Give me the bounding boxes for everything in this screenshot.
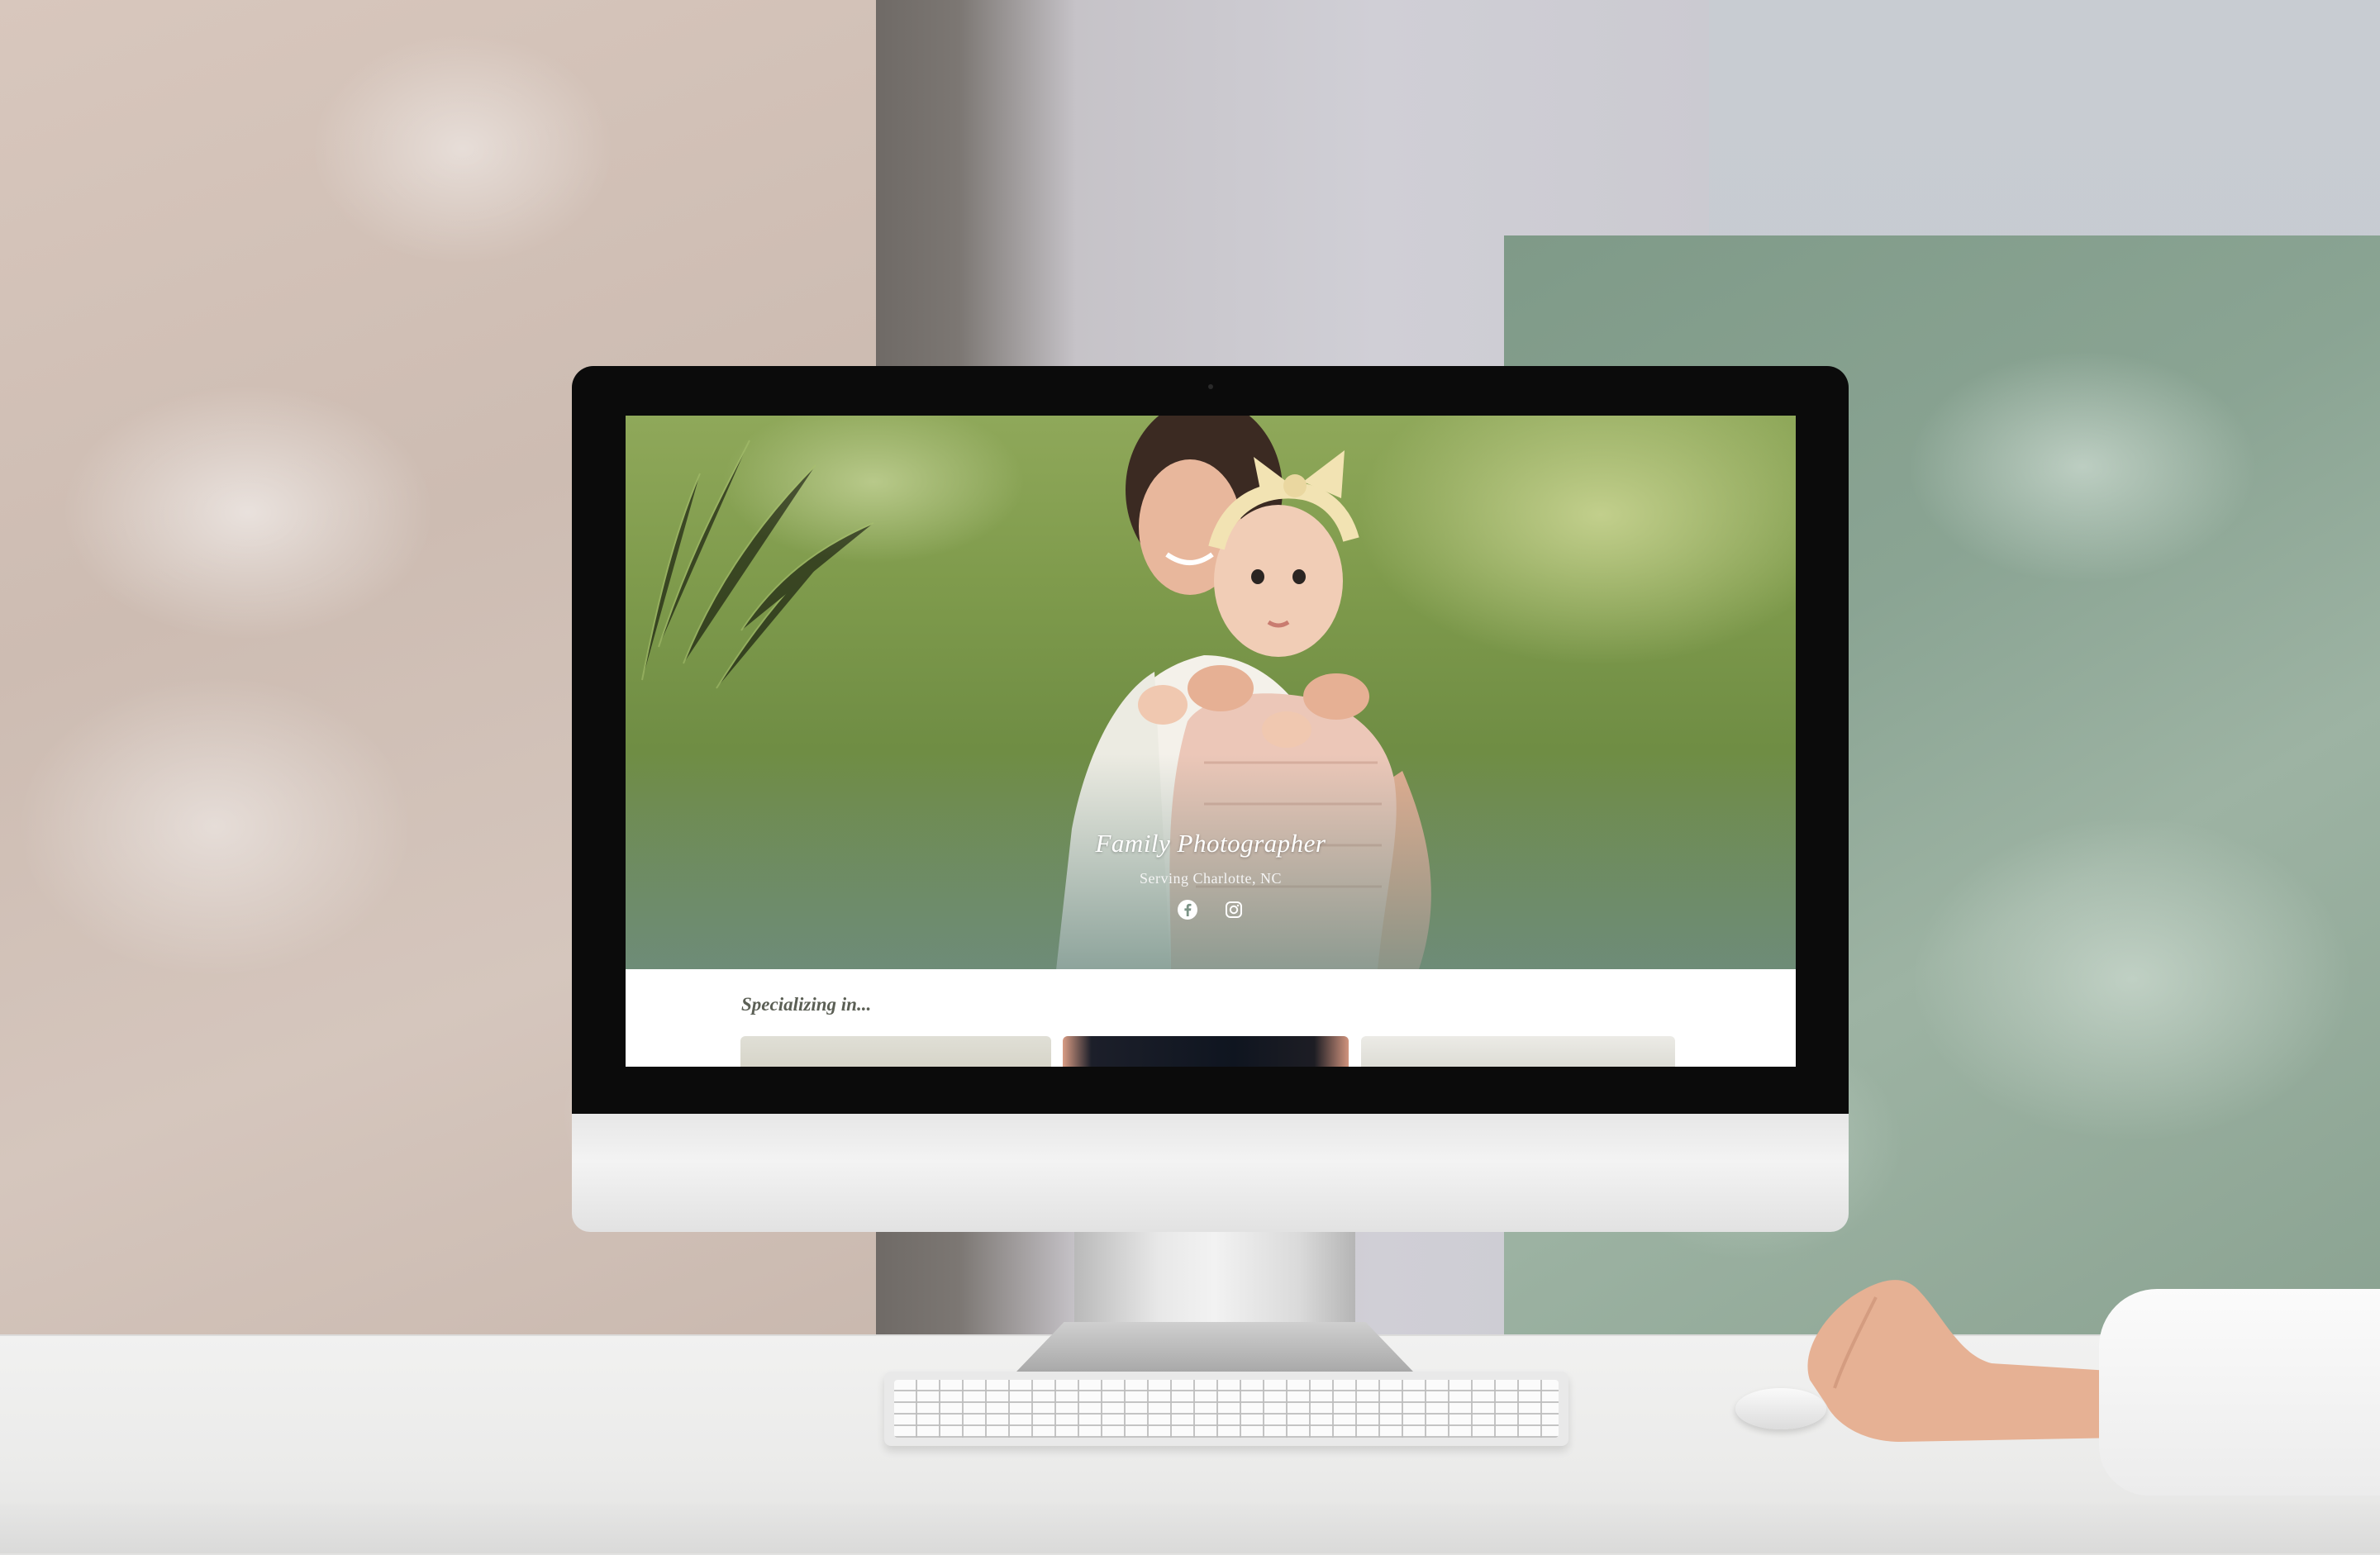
monitor-bezel: Family Photographer Serving Charlotte, N… bbox=[572, 366, 1849, 1114]
specialty-card-2[interactable] bbox=[1063, 1036, 1349, 1067]
social-links bbox=[626, 899, 1796, 920]
specialty-card-3[interactable] bbox=[1361, 1036, 1675, 1067]
website-screen: Family Photographer Serving Charlotte, N… bbox=[626, 416, 1796, 1067]
hero-banner: Family Photographer Serving Charlotte, N… bbox=[626, 416, 1796, 969]
monitor-stand-foot bbox=[1016, 1322, 1413, 1372]
hero-subtitle: Serving Charlotte, NC bbox=[1140, 870, 1282, 887]
monitor-stand bbox=[1074, 1223, 1355, 1339]
hero-text-group: Family Photographer Serving Charlotte, N… bbox=[626, 829, 1796, 920]
instagram-icon[interactable] bbox=[1223, 899, 1245, 920]
section-heading: Specializing in... bbox=[741, 994, 872, 1015]
camera-dot bbox=[1208, 384, 1213, 389]
keyboard-keys bbox=[894, 1380, 1559, 1438]
shirt-sleeve bbox=[2099, 1289, 2380, 1496]
monitor: Family Photographer Serving Charlotte, N… bbox=[572, 366, 1849, 1232]
monitor-chin bbox=[572, 1114, 1849, 1232]
hero-title: Family Photographer bbox=[1095, 829, 1326, 858]
desk-edge bbox=[0, 1504, 2380, 1553]
hand bbox=[1807, 1280, 2124, 1442]
specialty-card-1[interactable] bbox=[740, 1036, 1051, 1067]
keyboard bbox=[884, 1372, 1568, 1446]
specialties-section: Specializing in... bbox=[626, 969, 1796, 1067]
facebook-icon[interactable] bbox=[1177, 899, 1198, 920]
